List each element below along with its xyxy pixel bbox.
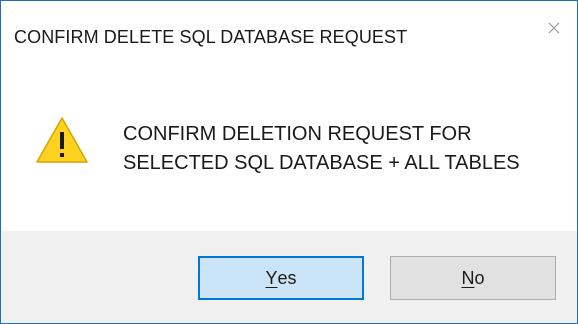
dialog-content: CONFIRM DELETION REQUEST FOR SELECTED SQ…: [1, 63, 577, 231]
message-line-1: CONFIRM DELETION REQUEST FOR: [123, 123, 472, 145]
close-button[interactable]: [541, 15, 567, 41]
confirm-delete-dialog: CONFIRM DELETE SQL DATABASE REQUEST CONF…: [0, 0, 578, 324]
yes-label-rest: es: [277, 267, 297, 288]
yes-mnemonic: Y: [265, 267, 278, 288]
close-icon: [548, 22, 560, 34]
no-button[interactable]: No: [390, 256, 556, 300]
button-bar: Yes No: [1, 231, 577, 323]
dialog-title: CONFIRM DELETE SQL DATABASE REQUEST: [14, 27, 408, 47]
dialog-message: CONFIRM DELETION REQUEST FOR SELECTED SQ…: [123, 120, 520, 178]
yes-button[interactable]: Yes: [198, 256, 364, 300]
message-line-2: SELECTED SQL DATABASE + ALL TABLES: [123, 152, 520, 174]
no-label-rest: o: [474, 267, 485, 288]
title-bar[interactable]: CONFIRM DELETE SQL DATABASE REQUEST: [1, 1, 577, 63]
warning-icon: [36, 117, 88, 163]
no-mnemonic: N: [461, 267, 475, 288]
